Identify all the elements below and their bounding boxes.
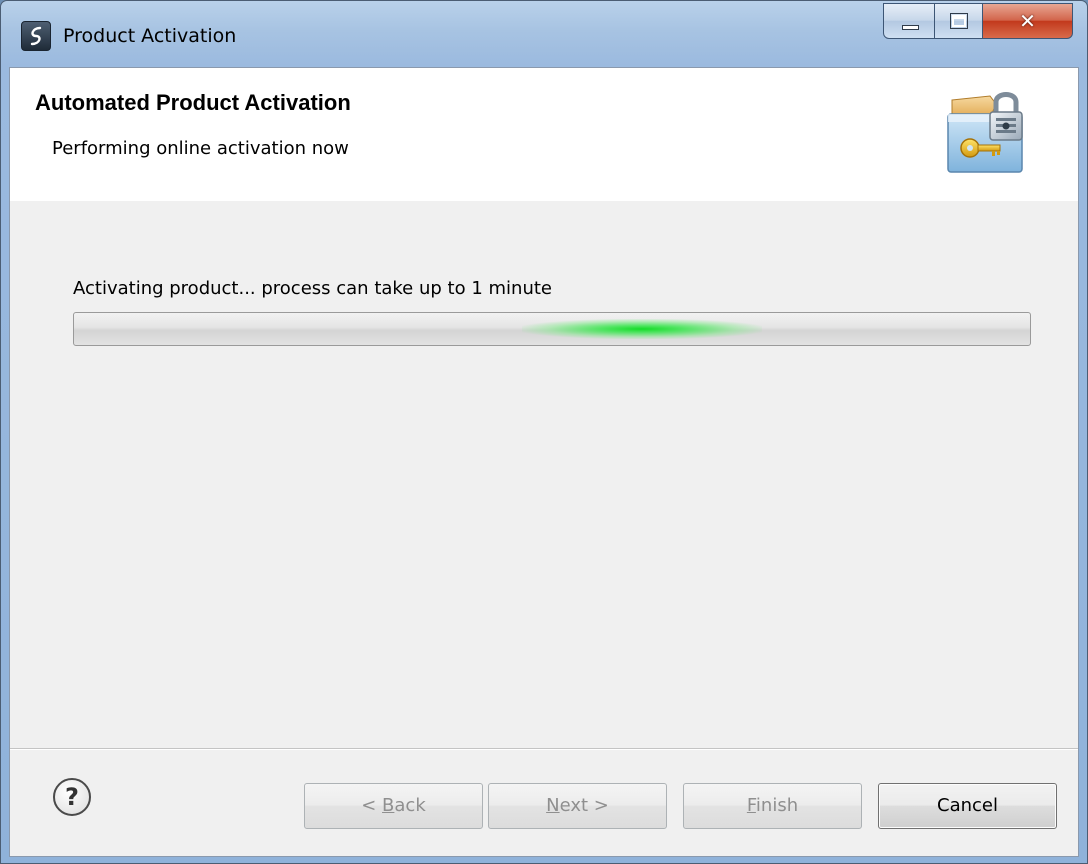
caption-buttons: ✕ — [883, 3, 1073, 41]
progress-indicator — [522, 319, 762, 339]
help-button[interactable]: ? — [53, 778, 91, 816]
window-title: Product Activation — [63, 25, 237, 47]
cancel-button-label: Cancel — [937, 795, 998, 816]
close-button[interactable]: ✕ — [983, 3, 1073, 39]
minimize-icon — [902, 25, 919, 30]
back-button-prefix: < — [361, 795, 383, 816]
close-icon: ✕ — [1019, 9, 1036, 33]
page-title: Automated Product Activation — [35, 90, 351, 115]
back-button-mnemonic: B — [382, 795, 395, 816]
footer-separator-highlight — [10, 749, 1078, 750]
next-button[interactable]: Next > — [488, 783, 667, 829]
product-activation-window: Product Activation ✕ Automated Product A… — [0, 0, 1088, 864]
maximize-icon — [950, 13, 968, 29]
dialog-client-area: Automated Product Activation Performing … — [9, 67, 1079, 857]
wizard-banner: Automated Product Activation Performing … — [10, 68, 1078, 201]
finish-button-label-rest: inish — [755, 795, 799, 816]
activation-status-text: Activating product... process can take u… — [73, 278, 552, 299]
lock-key-folder-icon — [947, 92, 1023, 173]
banner-separator — [10, 200, 1078, 201]
next-button-mnemonic: N — [546, 795, 560, 816]
finish-button-mnemonic: F — [746, 795, 756, 816]
app-icon — [21, 21, 51, 51]
minimize-button[interactable] — [883, 3, 935, 39]
next-button-label-rest: ext > — [559, 795, 609, 816]
maximize-button[interactable] — [935, 3, 983, 39]
help-icon: ? — [65, 783, 79, 811]
back-button-label-rest: ack — [394, 795, 426, 816]
finish-button[interactable]: Finish — [683, 783, 862, 829]
page-subtitle: Performing online activation now — [52, 138, 349, 159]
back-button[interactable]: < Back — [304, 783, 483, 829]
cancel-button[interactable]: Cancel — [878, 783, 1057, 829]
activation-progress-bar — [73, 312, 1031, 346]
title-bar[interactable]: Product Activation ✕ — [1, 1, 1087, 67]
